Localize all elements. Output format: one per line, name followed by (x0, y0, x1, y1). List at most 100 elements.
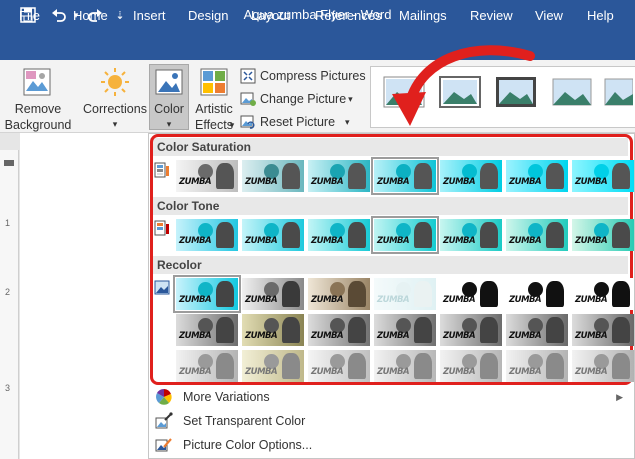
color-variation-thumbnail[interactable]: ZUMBA (176, 219, 238, 251)
thumbnail-text: ZUMBA (509, 295, 542, 305)
color-variation-thumbnail[interactable]: ZUMBA (242, 278, 304, 310)
tab-layout[interactable]: Layout (251, 8, 290, 23)
color-variation-thumbnail[interactable]: ZUMBA (506, 314, 568, 346)
ruler-indent-marker[interactable] (4, 160, 14, 166)
color-variation-thumbnail[interactable]: ZUMBA (308, 314, 370, 346)
thumbnail-text: ZUMBA (443, 295, 476, 305)
tab-file[interactable]: File (19, 8, 40, 23)
thumbnail-text: ZUMBA (377, 177, 410, 187)
color-variation-thumbnail[interactable]: ZUMBA (572, 350, 634, 382)
tab-help[interactable]: Help (587, 8, 614, 23)
color-variation-thumbnail[interactable]: ZUMBA (506, 160, 568, 192)
dancer-silhouette (480, 222, 498, 248)
dancer-silhouette (612, 163, 630, 189)
thumbnail-text: ZUMBA (575, 367, 608, 377)
thumbnail-text: ZUMBA (509, 236, 542, 246)
color-variation-thumbnail[interactable]: ZUMBA (440, 278, 502, 310)
color-variation-thumbnail[interactable]: ZUMBA (371, 157, 439, 195)
color-variation-thumbnail[interactable]: ZUMBA (440, 314, 502, 346)
color-variation-thumbnail[interactable]: ZUMBA (572, 219, 634, 251)
more-variations-label: More Variations (183, 390, 270, 404)
color-variation-thumbnail[interactable]: ZUMBA (308, 278, 370, 310)
dancer-silhouette (282, 353, 300, 379)
set-transparent-color-item[interactable]: Set Transparent Color (150, 409, 633, 433)
color-variation-thumbnail[interactable]: ZUMBA (440, 219, 502, 251)
recolor-icon (154, 279, 170, 297)
corrections-icon[interactable] (100, 67, 130, 97)
thumbnail-text: ZUMBA (311, 367, 344, 377)
picture-color-options-item[interactable]: Picture Color Options... (150, 433, 633, 457)
color-variation-thumbnail[interactable]: ZUMBA (506, 219, 568, 251)
color-variation-thumbnail[interactable]: ZUMBA (173, 275, 241, 313)
color-variation-thumbnail[interactable]: ZUMBA (506, 278, 568, 310)
change-picture-button[interactable]: Change Picture ▾ (240, 89, 353, 109)
reset-picture-button[interactable]: Reset Picture ▾ (240, 112, 350, 132)
tab-view[interactable]: View (535, 8, 563, 23)
compress-pictures-label: Compress Pictures (260, 69, 366, 83)
thumbnail-text: ZUMBA (377, 236, 410, 246)
color-variation-thumbnail[interactable]: ZUMBA (374, 278, 436, 310)
picture-style-4[interactable] (551, 76, 593, 108)
picture-color-options-label: Picture Color Options... (183, 438, 313, 452)
picture-color-options-icon (155, 436, 173, 454)
dancer-silhouette (612, 353, 630, 379)
color-variation-thumbnail[interactable]: ZUMBA (572, 314, 634, 346)
thumbnail-text: ZUMBA (443, 331, 476, 341)
dancer-silhouette (414, 317, 432, 343)
color-variation-thumbnail[interactable]: ZUMBA (176, 314, 238, 346)
tab-mailings[interactable]: Mailings (399, 8, 447, 23)
color-variation-thumbnail[interactable]: ZUMBA (308, 350, 370, 382)
thumbnail-text: ZUMBA (575, 177, 608, 187)
color-chevron-icon: ▾ (166, 119, 172, 129)
thumbnail-text: ZUMBA (509, 177, 542, 187)
dancer-silhouette (414, 281, 432, 307)
dancer-silhouette (546, 163, 564, 189)
set-transparent-color-label: Set Transparent Color (183, 414, 306, 428)
color-variation-thumbnail[interactable]: ZUMBA (242, 219, 304, 251)
dancer-silhouette (216, 281, 234, 307)
dancer-silhouette (612, 317, 630, 343)
color-variation-thumbnail[interactable]: ZUMBA (440, 350, 502, 382)
dancer-silhouette (348, 353, 366, 379)
tab-design[interactable]: Design (188, 8, 228, 23)
tab-insert[interactable]: Insert (133, 8, 166, 23)
change-picture-icon (240, 91, 256, 107)
color-variation-thumbnail[interactable]: ZUMBA (572, 278, 634, 310)
color-variation-thumbnail[interactable]: ZUMBA (572, 160, 634, 192)
color-variation-thumbnail[interactable]: ZUMBA (374, 314, 436, 346)
color-variation-thumbnail[interactable]: ZUMBA (242, 314, 304, 346)
change-picture-label: Change Picture (260, 92, 347, 106)
color-variation-thumbnail[interactable]: ZUMBA (371, 216, 439, 254)
tab-review[interactable]: Review (470, 8, 513, 23)
thumbnail-text: ZUMBA (575, 331, 608, 341)
color-label: Color (154, 102, 184, 116)
color-variation-thumbnail[interactable]: ZUMBA (242, 160, 304, 192)
tab-references[interactable]: References (315, 8, 381, 23)
corrections-label[interactable]: Corrections (80, 101, 150, 117)
remove-background-icon[interactable] (22, 67, 52, 97)
color-variation-thumbnail[interactable]: ZUMBA (242, 350, 304, 382)
color-variation-thumbnail[interactable]: ZUMBA (308, 160, 370, 192)
color-variation-thumbnail[interactable]: ZUMBA (506, 350, 568, 382)
artistic-effects-chevron-icon[interactable]: ▾ (226, 117, 238, 133)
tab-home[interactable]: Home (73, 8, 108, 23)
reset-picture-chevron-icon: ▾ (345, 116, 350, 127)
artistic-effects-icon[interactable] (199, 67, 229, 97)
color-variation-thumbnail[interactable]: ZUMBA (176, 350, 238, 382)
more-variations-item[interactable]: More Variations ▶ (150, 385, 633, 409)
compress-pictures-button[interactable]: Compress Pictures (240, 66, 366, 86)
color-variation-thumbnail[interactable]: ZUMBA (308, 219, 370, 251)
thumbnail-text: ZUMBA (311, 331, 344, 341)
picture-style-5[interactable] (603, 76, 634, 108)
remove-background-label[interactable]: Remove Background (4, 101, 72, 133)
thumbnail-text: ZUMBA (179, 177, 212, 187)
dancer-silhouette (348, 281, 366, 307)
reset-picture-label: Reset Picture (260, 115, 336, 129)
corrections-chevron-icon[interactable]: ▾ (108, 116, 122, 132)
thumbnail-text: ZUMBA (575, 236, 608, 246)
color-variation-thumbnail[interactable]: ZUMBA (176, 160, 238, 192)
dancer-silhouette (216, 353, 234, 379)
color-variation-thumbnail[interactable]: ZUMBA (440, 160, 502, 192)
color-variation-thumbnail[interactable]: ZUMBA (374, 350, 436, 382)
thumbnail-text: ZUMBA (245, 367, 278, 377)
